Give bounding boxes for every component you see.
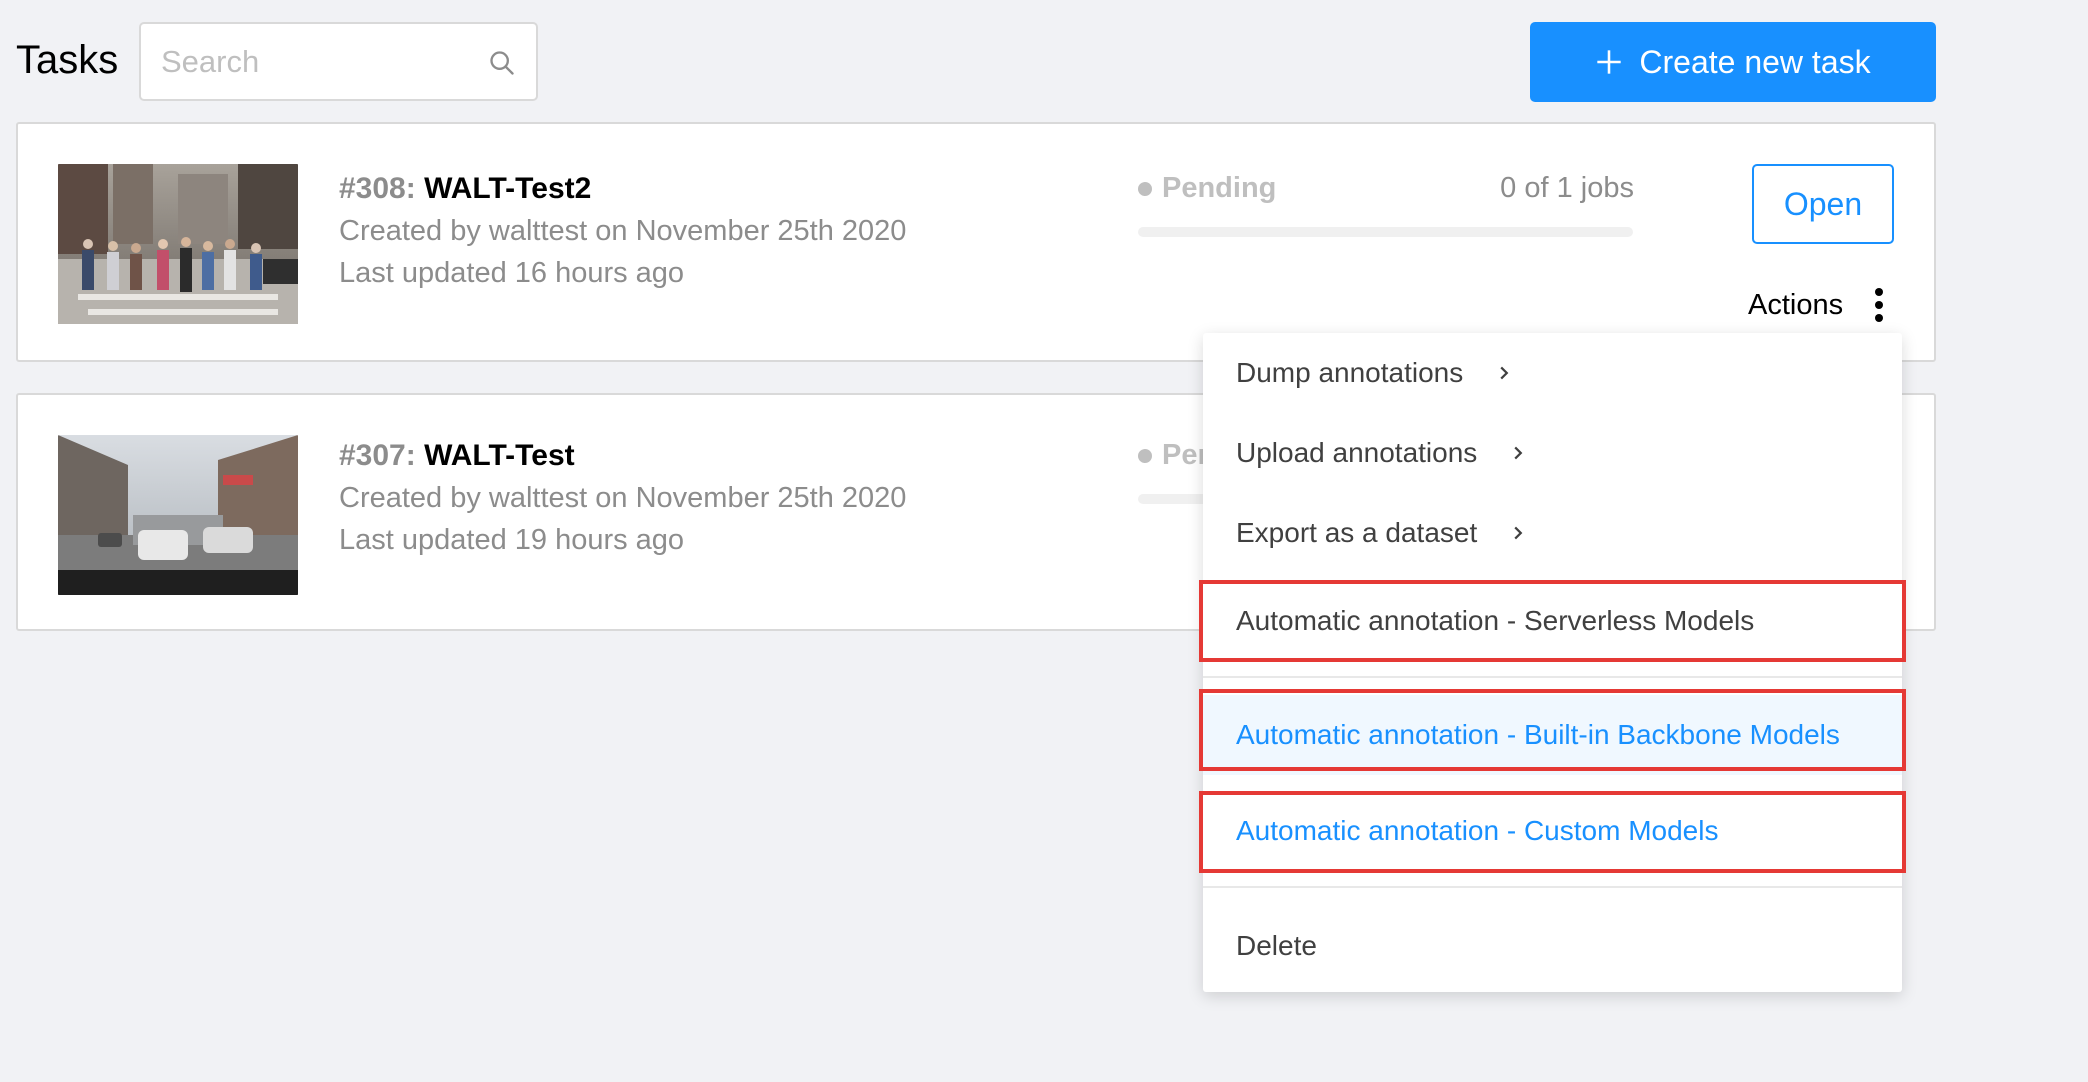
search-box[interactable] <box>139 22 538 101</box>
menu-item-label: Dump annotations <box>1236 357 1464 388</box>
menu-item-delete[interactable]: Delete <box>1203 906 1902 986</box>
create-new-task-button[interactable]: Create new task <box>1530 22 1936 102</box>
actions-dropdown-trigger[interactable]: Actions <box>1748 286 1887 324</box>
menu-item-label: Automatic annotation - Serverless Models <box>1236 605 1755 636</box>
menu-item-label: Automatic annotation - Custom Models <box>1236 815 1719 846</box>
task-name[interactable]: #307: WALT-Test <box>339 439 575 473</box>
chevron-right-icon <box>1514 446 1523 460</box>
menu-item-label: Delete <box>1236 930 1317 961</box>
create-new-task-label: Create new task <box>1639 43 1871 80</box>
task-created-by: Created by walttest on November 25th 202… <box>339 482 907 514</box>
task-preview-image[interactable] <box>58 435 298 595</box>
task-status: Per <box>1138 439 1209 472</box>
plus-icon <box>1597 50 1622 74</box>
task-last-updated: Last updated 19 hours ago <box>339 524 685 556</box>
menu-divider <box>1203 886 1902 888</box>
task-progress-bar <box>1138 227 1633 237</box>
task-preview-image[interactable] <box>58 164 298 324</box>
task-created-by: Created by walttest on November 25th 202… <box>339 215 907 247</box>
task-status: Pending <box>1138 172 1276 205</box>
chevron-right-icon <box>1500 366 1509 380</box>
menu-item-label: Upload annotations <box>1236 437 1478 468</box>
menu-item-auto-annotation-custom[interactable]: Automatic annotation - Custom Models <box>1203 791 1902 871</box>
actions-label: Actions <box>1748 288 1844 321</box>
menu-item-auto-annotation-serverless[interactable]: Automatic annotation - Serverless Models <box>1203 581 1902 661</box>
search-input[interactable] <box>161 42 461 82</box>
task-last-updated: Last updated 16 hours ago <box>339 257 685 289</box>
menu-divider <box>1203 676 1902 678</box>
menu-item-upload-annotations[interactable]: Upload annotations <box>1203 413 1902 493</box>
menu-item-dump-annotations[interactable]: Dump annotations <box>1203 333 1902 413</box>
task-status-label: Pending <box>1162 172 1277 204</box>
task-id: #307: <box>339 439 416 472</box>
menu-item-auto-annotation-builtin-backbone[interactable]: Automatic annotation - Built-in Backbone… <box>1203 695 1902 775</box>
task-id: #308: <box>339 172 416 205</box>
actions-menu: Dump annotations Upload annotations Expo… <box>1203 333 1902 992</box>
task-status-label: Per <box>1162 439 1209 471</box>
chevron-right-icon <box>1514 526 1523 540</box>
menu-item-label: Export as a dataset <box>1236 517 1478 548</box>
page-title: Tasks <box>16 38 119 82</box>
search-icon[interactable] <box>488 49 516 77</box>
task-title: WALT-Test2 <box>424 172 592 205</box>
menu-item-label: Automatic annotation - Built-in Backbone… <box>1236 719 1840 750</box>
kebab-icon[interactable] <box>1871 286 1887 324</box>
task-name[interactable]: #308: WALT-Test2 <box>339 172 591 206</box>
status-dot-icon <box>1138 448 1152 463</box>
open-task-button[interactable]: Open <box>1752 164 1894 244</box>
task-card: #308: WALT-Test2 Created by walttest on … <box>16 122 1936 362</box>
status-dot-icon <box>1138 181 1152 196</box>
task-jobs-count: 0 of 1 jobs <box>1500 172 1634 204</box>
task-title: WALT-Test <box>424 439 575 472</box>
menu-item-export-dataset[interactable]: Export as a dataset <box>1203 493 1902 573</box>
